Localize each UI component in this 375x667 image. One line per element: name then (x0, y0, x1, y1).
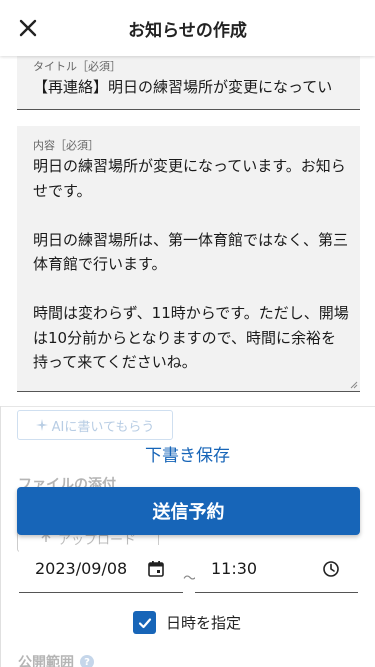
content-field[interactable]: 内容［必須］ 明日の練習場所が変更になっています。お知らせです。 明日の練習場所… (17, 126, 360, 392)
help-icon[interactable]: ? (80, 655, 94, 667)
date-value: 2023/09/08 (35, 559, 128, 578)
range-separator: 〜 (183, 571, 197, 587)
title-input[interactable]: 【再連絡】明日の練習場所が変更になってい (33, 76, 360, 97)
section-divider (0, 406, 375, 407)
save-draft-button[interactable]: 下書き保存 (0, 442, 375, 470)
ai-write-label: AIに書いてもらう (51, 419, 155, 435)
visibility-scope-label: 公開範囲 ? (18, 652, 94, 667)
time-value: 11:30 (211, 559, 258, 578)
content-label: 内容［必須］ (33, 139, 99, 152)
specify-datetime-row[interactable]: 日時を指定 (133, 611, 241, 634)
visibility-scope-text: 公開範囲 (18, 655, 74, 667)
sparkle-icon (35, 419, 48, 431)
checkmark-icon (138, 617, 151, 628)
schedule-send-button[interactable]: 送信予約 (17, 487, 360, 535)
clock-icon[interactable] (322, 560, 340, 578)
title-field[interactable]: タイトル［必須］ 【再連絡】明日の練習場所が変更になってい (17, 56, 360, 110)
close-button[interactable] (12, 12, 44, 44)
time-input[interactable]: 11:30 (195, 545, 358, 593)
content-textarea[interactable]: 明日の練習場所が変更になっています。お知らせです。 明日の練習場所は、第一体育館… (33, 154, 349, 375)
app-header: お知らせの作成 (0, 0, 375, 56)
calendar-icon[interactable] (147, 560, 165, 578)
resize-grip-icon[interactable] (350, 381, 358, 389)
specify-datetime-label: 日時を指定 (166, 614, 242, 632)
date-input[interactable]: 2023/09/08 (19, 545, 183, 593)
title-label: タイトル［必須］ (33, 60, 121, 73)
ai-write-button[interactable]: AIに書いてもらう (17, 410, 173, 440)
page-title: お知らせの作成 (128, 20, 247, 41)
close-icon (19, 19, 37, 37)
specify-datetime-checkbox[interactable] (133, 611, 156, 634)
